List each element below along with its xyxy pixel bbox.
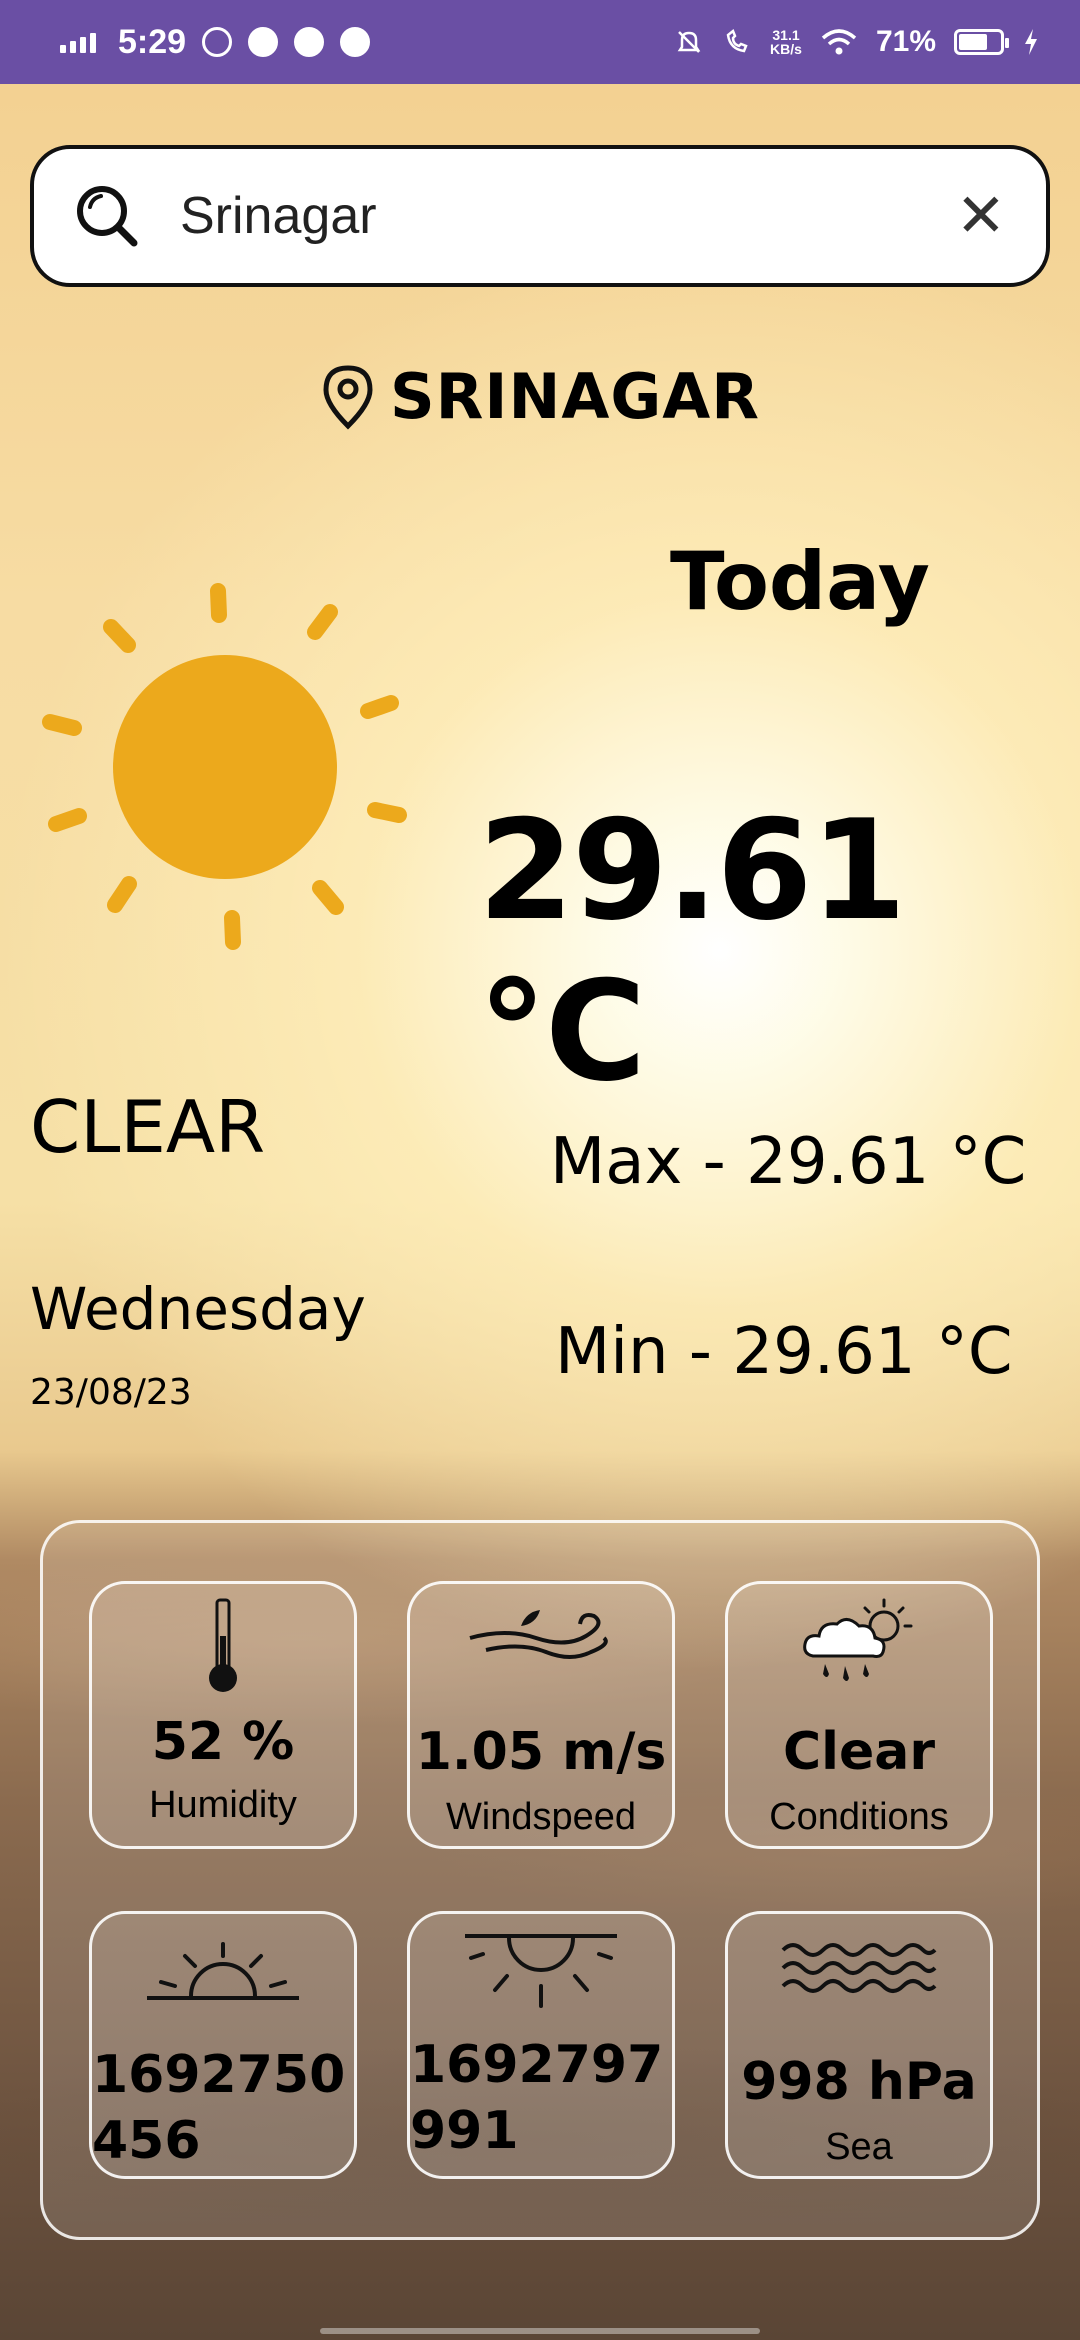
charging-icon bbox=[1025, 29, 1037, 55]
status-time: 5:29 bbox=[118, 22, 187, 61]
location-header: SRINAGAR bbox=[0, 360, 1080, 433]
pressure-value: 998 hPa bbox=[741, 2052, 977, 2112]
sunset-card: 1692797991 bbox=[407, 1911, 675, 2179]
date: 23/08/23 bbox=[30, 1372, 192, 1413]
location-pin-icon bbox=[323, 364, 373, 430]
conditions-label: Conditions bbox=[769, 1796, 949, 1838]
wifi-icon bbox=[821, 29, 857, 55]
wifi-calling-icon bbox=[726, 28, 748, 53]
battery-icon bbox=[954, 29, 1009, 55]
mute-icon bbox=[677, 31, 701, 53]
sunrise-icon bbox=[92, 1942, 354, 2002]
humidity-value: 52 % bbox=[151, 1712, 295, 1772]
humidity-card: 52 % Humidity bbox=[89, 1581, 357, 1849]
sunrise-card: 1692750456 bbox=[89, 1911, 357, 2179]
humidity-label: Humidity bbox=[149, 1784, 297, 1826]
min-temperature: Min - 29.61 °C bbox=[555, 1315, 1013, 1389]
max-temperature: Max - 29.61 °C bbox=[550, 1125, 1027, 1199]
pressure-card: 998 hPa Sea bbox=[725, 1911, 993, 2179]
weather-condition: CLEAR bbox=[30, 1085, 266, 1169]
network-speed: 31.1 KB/s bbox=[770, 27, 802, 57]
conditions-card: Clear Conditions bbox=[725, 1581, 993, 1849]
conditions-value: Clear bbox=[783, 1722, 935, 1782]
signal-icon bbox=[60, 31, 96, 53]
search-icon bbox=[77, 186, 138, 247]
details-panel: 52 % Humidity 1.05 m/s Windspeed Clear C… bbox=[40, 1520, 1040, 2240]
location-name: SRINAGAR bbox=[390, 360, 760, 433]
messenger-icon bbox=[340, 27, 371, 57]
waves-icon bbox=[728, 1936, 990, 1996]
weekday: Wednesday bbox=[30, 1275, 366, 1343]
search-input[interactable] bbox=[180, 186, 956, 246]
thermometer-icon bbox=[92, 1596, 354, 1696]
sunset-value: 1692797991 bbox=[410, 2035, 664, 2161]
sunset-icon bbox=[410, 1930, 672, 2020]
search-bar[interactable]: ✕ bbox=[30, 145, 1050, 287]
whatsapp-icon bbox=[202, 27, 233, 57]
home-indicator[interactable] bbox=[320, 2328, 760, 2334]
today-label: Today bbox=[670, 535, 930, 628]
battery-percent: 71% bbox=[875, 25, 936, 58]
windspeed-label: Windspeed bbox=[445, 1796, 637, 1838]
windspeed-value: 1.05 m/s bbox=[415, 1722, 667, 1782]
wind-icon bbox=[410, 1604, 672, 1674]
close-icon[interactable]: ✕ bbox=[956, 186, 1006, 246]
status-bar: 5:29 31.1 KB/s 71% bbox=[0, 0, 1080, 84]
windspeed-card: 1.05 m/s Windspeed bbox=[407, 1581, 675, 1849]
sun-icon bbox=[42, 583, 407, 950]
sunrise-value: 1692750456 bbox=[92, 2045, 346, 2171]
pressure-label: Sea bbox=[825, 2126, 893, 2168]
snapchat-icon bbox=[248, 27, 279, 57]
current-temperature: 29.61 °C bbox=[478, 790, 907, 1112]
cloud-rain-sun-icon bbox=[728, 1594, 990, 1689]
telegram-icon bbox=[294, 27, 325, 57]
